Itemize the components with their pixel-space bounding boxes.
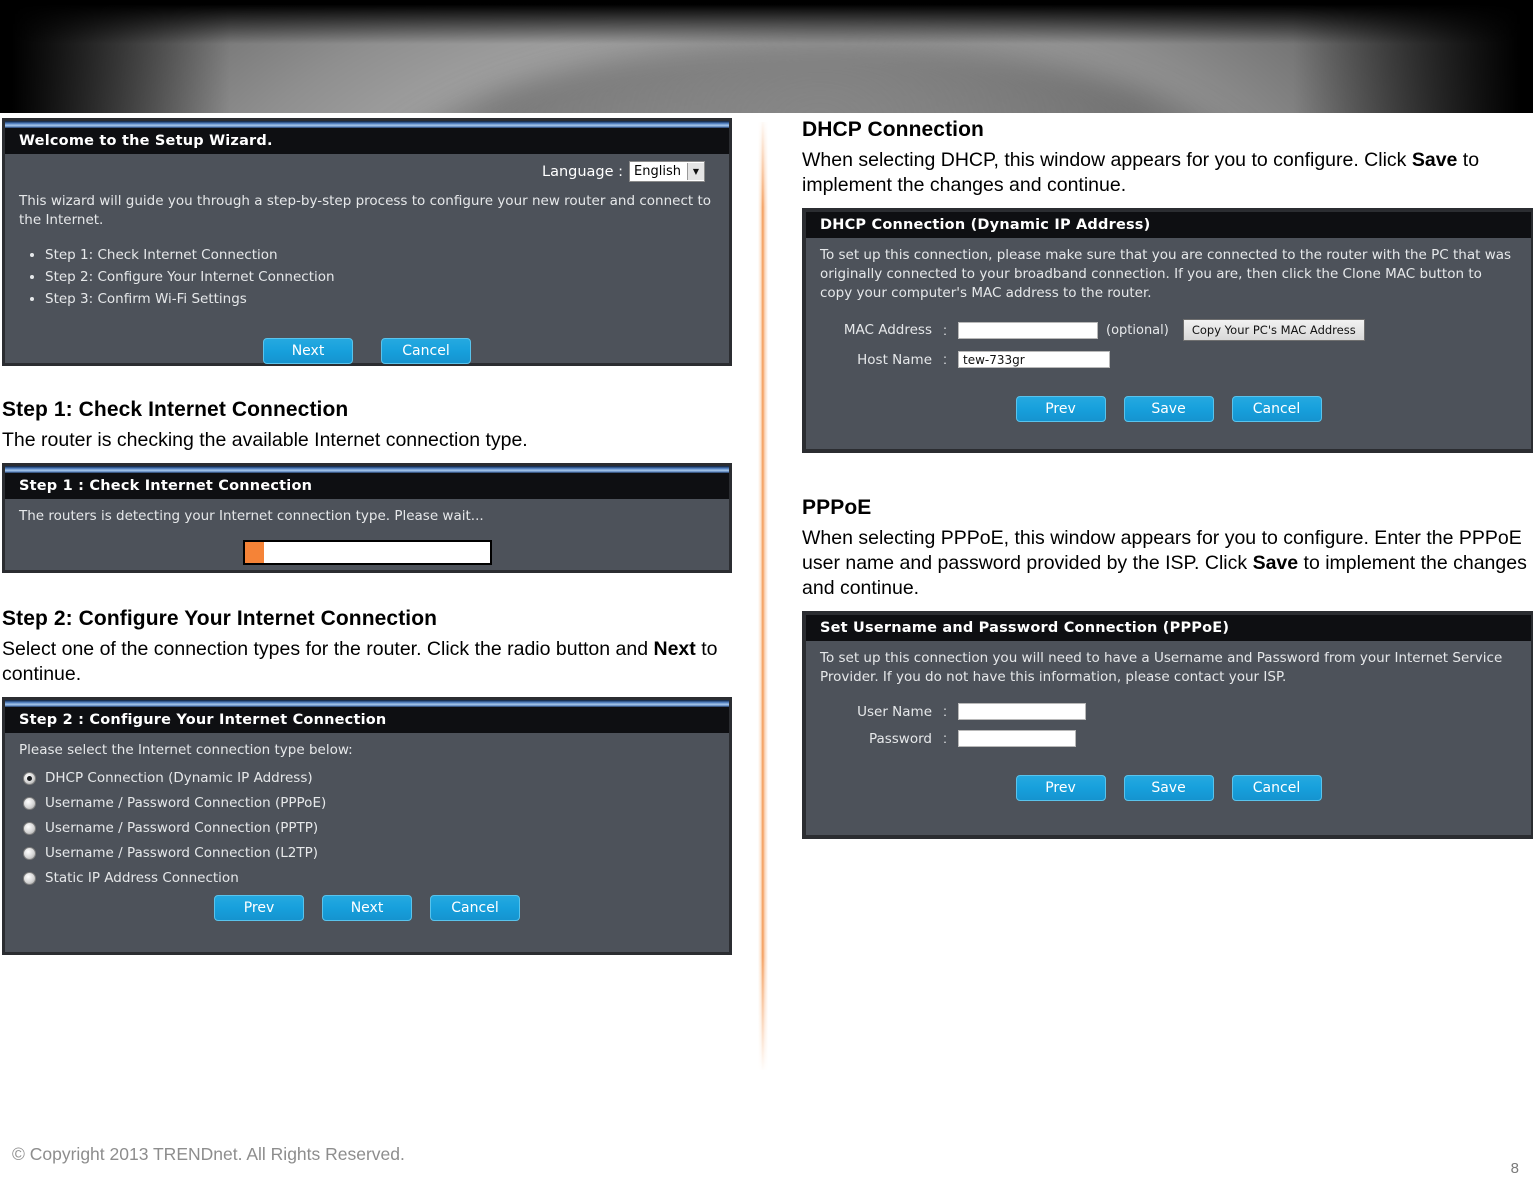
- host-name-colon: :: [943, 352, 947, 367]
- next-button[interactable]: Next: [322, 895, 412, 921]
- username-row: User Name :: [820, 703, 1517, 720]
- step1-description: The router is checking the available Int…: [2, 429, 528, 451]
- right-column: DHCP Connection When selecting DHCP, thi…: [802, 118, 1533, 839]
- welcome-panel-title: Welcome to the Setup Wizard.: [5, 128, 729, 154]
- panel-top-accent-strip: [5, 466, 729, 473]
- radio-option-static-ip[interactable]: Static IP Address Connection: [19, 870, 715, 886]
- radio-label: Static IP Address Connection: [45, 870, 239, 886]
- mac-address-label: MAC Address: [843, 322, 932, 338]
- cancel-button[interactable]: Cancel: [381, 338, 471, 364]
- connection-type-radio-group: DHCP Connection (Dynamic IP Address) Use…: [19, 770, 715, 886]
- mac-address-optional-note: (optional): [1106, 322, 1169, 338]
- step2-heading: Step 2: Configure Your Internet Connecti…: [2, 607, 438, 630]
- radio-option-pppoe[interactable]: Username / Password Connection (PPPoE): [19, 795, 715, 811]
- copy-pc-mac-address-button[interactable]: Copy Your PC's MAC Address: [1182, 319, 1365, 341]
- dhcp-description-part1: When selecting DHCP, this window appears…: [802, 149, 1412, 171]
- radio-icon-selected[interactable]: [23, 771, 36, 785]
- radio-label: Username / Password Connection (PPTP): [45, 820, 319, 836]
- dhcp-connection-panel: DHCP Connection (Dynamic IP Address) To …: [802, 208, 1533, 453]
- step2-description-part1: Select one of the connection types for t…: [2, 638, 654, 660]
- radio-option-dhcp[interactable]: DHCP Connection (Dynamic IP Address): [19, 770, 715, 786]
- username-label: User Name: [857, 703, 932, 720]
- radio-label: Username / Password Connection (PPPoE): [45, 795, 327, 811]
- list-item: Step 3: Confirm Wi-Fi Settings: [45, 288, 715, 310]
- language-select[interactable]: English ▼: [629, 161, 705, 182]
- dhcp-button-row: Prev Save Cancel: [820, 396, 1517, 422]
- prev-button[interactable]: Prev: [1015, 775, 1106, 801]
- step1-panel-text: The routers is detecting your Internet c…: [19, 508, 484, 524]
- panel-top-accent-strip: [5, 700, 729, 707]
- dhcp-description-bold: Save: [1411, 149, 1458, 171]
- prev-button[interactable]: Prev: [1015, 396, 1106, 422]
- pppoe-button-row: Prev Save Cancel: [820, 775, 1517, 801]
- step1-panel-title: Step 1 : Check Internet Connection: [5, 473, 729, 499]
- page-number: 8: [1510, 1160, 1519, 1177]
- pppoe-description: When selecting PPPoE, this window appear…: [802, 526, 1533, 601]
- page-header-banner: [0, 0, 1533, 113]
- welcome-button-row: Next Cancel: [19, 338, 715, 364]
- column-divider: [758, 122, 768, 1070]
- password-colon: :: [943, 731, 947, 746]
- dhcp-heading: DHCP Connection: [802, 118, 984, 141]
- list-item: Step 2: Configure Your Internet Connecti…: [45, 266, 715, 288]
- step2-description-bold: Next: [653, 638, 696, 660]
- cancel-button[interactable]: Cancel: [430, 895, 520, 921]
- host-name-label: Host Name: [857, 351, 932, 368]
- next-button[interactable]: Next: [263, 338, 353, 364]
- pppoe-description-bold: Save: [1252, 552, 1299, 574]
- step2-description: Select one of the connection types for t…: [2, 637, 732, 687]
- mac-address-colon: :: [943, 322, 947, 338]
- banner-top-fade: [0, 0, 1533, 44]
- radio-icon[interactable]: [23, 871, 36, 885]
- pppoe-connection-panel: Set Username and Password Connection (PP…: [802, 611, 1533, 839]
- dhcp-panel-text: To set up this connection, please make s…: [820, 247, 1512, 301]
- username-input[interactable]: [958, 703, 1086, 720]
- host-name-input[interactable]: [958, 351, 1110, 368]
- step1-check-internet-panel: Step 1 : Check Internet Connection The r…: [2, 463, 732, 573]
- dhcp-description: When selecting DHCP, this window appears…: [802, 148, 1533, 198]
- step1-heading: Step 1: Check Internet Connection: [2, 398, 349, 421]
- pppoe-heading: PPPoE: [802, 496, 872, 519]
- step2-configure-connection-panel: Step 2 : Configure Your Internet Connect…: [2, 697, 732, 955]
- footer-copyright: © Copyright 2013 TRENDnet. All Rights Re…: [12, 1144, 405, 1164]
- wizard-intro-text: This wizard will guide you through a ste…: [19, 193, 712, 228]
- cancel-button[interactable]: Cancel: [1231, 775, 1322, 801]
- detection-progress-bar: [242, 540, 492, 565]
- radio-label: Username / Password Connection (L2TP): [45, 845, 319, 861]
- mac-address-input[interactable]: [958, 321, 1098, 339]
- chevron-down-icon: ▼: [687, 163, 704, 180]
- save-button[interactable]: Save: [1123, 396, 1214, 422]
- step2-panel-title: Step 2 : Configure Your Internet Connect…: [5, 707, 729, 733]
- language-select-value: English: [634, 164, 681, 179]
- list-item: Step 1: Check Internet Connection: [45, 244, 715, 266]
- left-column: Welcome to the Setup Wizard. Language : …: [2, 118, 732, 955]
- radio-icon[interactable]: [23, 796, 36, 810]
- welcome-setup-wizard-panel: Welcome to the Setup Wizard. Language : …: [2, 118, 732, 366]
- pppoe-panel-text: To set up this connection you will need …: [820, 650, 1503, 685]
- language-row: Language : English ▼: [19, 156, 715, 182]
- password-input[interactable]: [958, 730, 1076, 747]
- radio-icon[interactable]: [23, 846, 36, 860]
- panel-top-accent-strip: [5, 121, 729, 128]
- language-label: Language :: [541, 163, 624, 180]
- progress-bar-fill: [244, 542, 265, 563]
- host-name-row: Host Name :: [820, 351, 1517, 368]
- password-label: Password: [868, 730, 932, 747]
- step2-panel-text: Please select the Internet connection ty…: [19, 742, 353, 758]
- save-button[interactable]: Save: [1123, 775, 1214, 801]
- mac-address-row: MAC Address : (optional) Copy Your PC's …: [820, 319, 1517, 341]
- password-row: Password :: [820, 730, 1517, 747]
- step2-button-row: Prev Next Cancel: [19, 895, 715, 921]
- dhcp-panel-title: DHCP Connection (Dynamic IP Address): [806, 212, 1531, 238]
- username-colon: :: [943, 704, 947, 719]
- wizard-step-list: Step 1: Check Internet Connection Step 2…: [19, 244, 715, 310]
- cancel-button[interactable]: Cancel: [1231, 396, 1322, 422]
- prev-button[interactable]: Prev: [214, 895, 304, 921]
- radio-option-l2tp[interactable]: Username / Password Connection (L2TP): [19, 845, 715, 861]
- radio-option-pptp[interactable]: Username / Password Connection (PPTP): [19, 820, 715, 836]
- radio-label: DHCP Connection (Dynamic IP Address): [45, 770, 313, 786]
- pppoe-panel-title: Set Username and Password Connection (PP…: [806, 615, 1531, 641]
- radio-icon[interactable]: [23, 821, 36, 835]
